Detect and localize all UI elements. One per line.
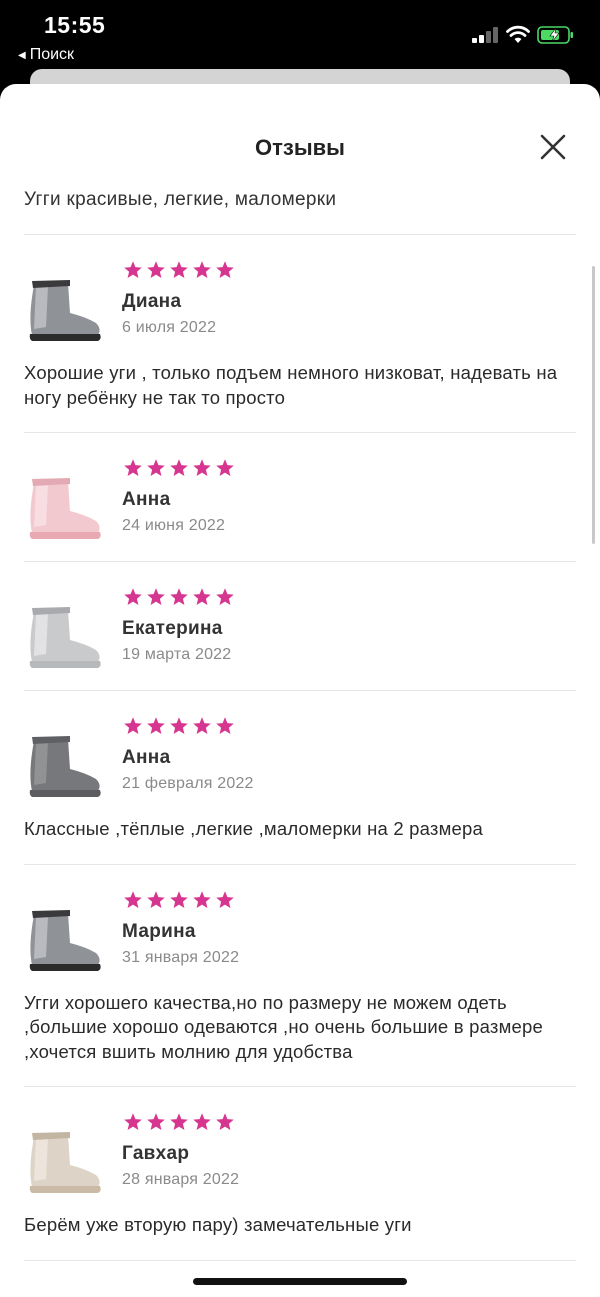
review-text: Хорошие уги , только подъем немного низк…: [24, 362, 558, 408]
star-icon: [193, 261, 211, 278]
star-icon: [193, 588, 211, 605]
review-item: Екатерина 19 марта 2022: [24, 562, 576, 691]
review-item: Анна 24 июня 2022: [24, 433, 576, 562]
cellular-signal-icon: [472, 27, 498, 43]
review-header: Марина 31 января 2022: [24, 865, 576, 993]
review-item: Марина 31 января 2022 Угги хорошего качест…: [24, 865, 576, 1087]
review-text: Классные ,тёплые ,легкие ,маломерки на 2…: [24, 818, 483, 839]
review-header: Анна 24 июня 2022: [24, 433, 576, 561]
star-icon: [124, 890, 142, 908]
reviewer-name: Марина: [122, 920, 196, 942]
product-thumbnail[interactable]: [24, 475, 104, 545]
back-label: Поиск: [29, 46, 75, 63]
star-icon: [193, 890, 211, 908]
review-item: Анна 21 февраля 2022 Классные ,тёплые ,лег…: [24, 691, 576, 865]
star-icon: [124, 588, 142, 605]
reviews-sheet: Отзывы Угги красивые, легкие, маломерки …: [0, 84, 600, 1297]
status-time: 15:55: [44, 12, 106, 38]
star-icon: [147, 717, 165, 734]
star-icon: [216, 890, 234, 908]
wifi-icon: [506, 25, 530, 43]
star-icon: [193, 717, 211, 734]
product-thumbnail[interactable]: [24, 1129, 104, 1199]
review-date: 31 января 2022: [122, 948, 240, 966]
review-date: 21 февраля 2022: [122, 775, 254, 792]
review-text: Угги хорошего качества,но по размеру не …: [24, 991, 543, 1062]
star-icon: [147, 1113, 165, 1130]
product-thumbnail[interactable]: [24, 733, 104, 803]
star-icon: [147, 261, 165, 278]
star-icon: [170, 890, 188, 908]
star-icon: [193, 1113, 211, 1130]
rating-stars: [123, 1112, 235, 1132]
star-icon: [170, 459, 188, 476]
star-icon: [170, 1113, 188, 1130]
rating-stars: [123, 890, 235, 910]
star-icon: [216, 261, 234, 278]
review-date: 24 июня 2022: [122, 517, 226, 534]
star-icon: [147, 588, 165, 605]
star-icon: [147, 890, 165, 908]
star-icon: [170, 717, 188, 734]
product-thumbnail[interactable]: [24, 907, 104, 977]
review-date: 6 июля 2022: [122, 319, 217, 336]
star-icon: [216, 717, 234, 734]
reviewer-name: Екатерина: [122, 618, 223, 639]
scroll-indicator[interactable]: [592, 266, 595, 544]
home-indicator[interactable]: [193, 1278, 407, 1285]
product-thumbnail[interactable]: [24, 604, 104, 674]
star-icon: [170, 588, 188, 605]
review-header: Диана 6 июля 2022: [24, 235, 576, 363]
star-icon: [124, 459, 142, 476]
rating-stars: [123, 716, 235, 736]
star-icon: [147, 459, 165, 476]
reviewer-name: Анна: [122, 489, 171, 510]
reviewer-name: Гавхар: [122, 1143, 190, 1164]
star-icon: [170, 261, 188, 278]
reviews-list: Угги красивые, легкие, маломерки Диана 6 …: [24, 182, 576, 1261]
review-text: Берём уже вторую пару) замечательные уги: [24, 1214, 412, 1235]
star-icon: [124, 717, 142, 734]
review-item: Гавхар 28 января 2022 Берём уже вторую пар…: [24, 1087, 576, 1261]
star-icon: [124, 1113, 142, 1130]
star-icon: [216, 1113, 234, 1130]
sheet-title: Отзывы: [255, 135, 345, 160]
rating-stars: [123, 587, 235, 607]
star-icon: [216, 459, 234, 476]
rating-stars: [123, 458, 235, 478]
close-icon[interactable]: [536, 130, 570, 164]
battery-charging-icon: [537, 26, 573, 44]
review-header: Анна 21 февраля 2022: [24, 691, 576, 819]
status-bar: 15:55 ◀ Поиск: [0, 0, 600, 70]
rating-stars: [123, 260, 235, 280]
review-date: 28 января 2022: [122, 1171, 240, 1188]
review-header: Гавхар 28 января 2022: [24, 1087, 576, 1215]
review-date: 19 марта 2022: [122, 646, 232, 663]
review-item: Диана 6 июля 2022 Хорошие уги , только под…: [24, 235, 576, 433]
product-thumbnail[interactable]: [24, 277, 104, 347]
back-arrow-icon: ◀: [18, 49, 26, 61]
back-to-search-link[interactable]: ◀ Поиск: [18, 46, 74, 64]
reviewer-name: Диана: [122, 291, 182, 312]
star-icon: [216, 588, 234, 605]
review-header: Екатерина 19 марта 2022: [24, 562, 576, 690]
review-summary: Угги красивые, легкие, маломерки: [24, 182, 576, 235]
star-icon: [193, 459, 211, 476]
reviewer-name: Анна: [122, 747, 171, 768]
star-icon: [124, 261, 142, 278]
